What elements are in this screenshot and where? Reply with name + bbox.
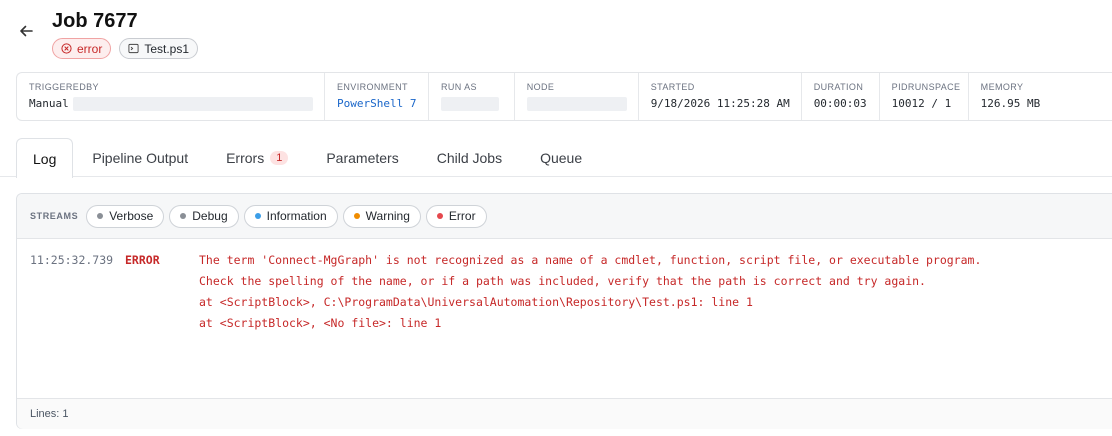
info-label: RUN AS (441, 82, 477, 92)
stream-verbose-toggle[interactable]: Verbose (86, 204, 165, 228)
stream-label: Information (266, 209, 327, 223)
script-badge-label: Test.ps1 (144, 41, 190, 56)
log-entry: 11:25:32.739 ERROR The term 'Connect-MgG… (17, 250, 1112, 271)
tab-errors-label: Errors (226, 149, 265, 166)
info-value: Manual (29, 97, 69, 110)
info-label: DURATION (813, 82, 864, 92)
stream-dot (97, 213, 104, 219)
back-button[interactable] (17, 22, 35, 40)
status-badge-label: error (77, 41, 103, 56)
stream-warning-toggle[interactable]: Warning (342, 204, 421, 228)
errors-count-badge: 1 (270, 150, 289, 165)
log-message-line: at <ScriptBlock>, <No file>: line 1 (199, 316, 442, 330)
info-label: NODE (526, 82, 555, 92)
tab-child-jobs[interactable]: Child Jobs (418, 138, 521, 177)
redacted-block (441, 97, 499, 111)
stream-dot (353, 213, 360, 219)
redacted-block (526, 97, 627, 111)
log-message-line: at <ScriptBlock>, C:\ProgramData\Univers… (199, 295, 753, 309)
info-label: ENVIRONMENT (337, 82, 408, 92)
stream-dot (436, 213, 443, 219)
info-value: 126.95 MB (980, 97, 1041, 110)
streams-label: STREAMS (30, 211, 79, 221)
stream-dot (254, 213, 261, 219)
info-label: MEMORY (980, 82, 1024, 92)
info-memory: MEMORY 126.95 MB (969, 73, 1112, 120)
stream-label: Error (448, 209, 476, 223)
tab-parameters[interactable]: Parameters (307, 138, 417, 177)
tab-pipeline-output[interactable]: Pipeline Output (73, 138, 207, 177)
info-value: 9/18/2026 11:25:28 AM (650, 97, 790, 110)
script-badge[interactable]: Test.ps1 (119, 38, 199, 59)
log-level: ERROR (125, 253, 160, 267)
tab-queue[interactable]: Queue (521, 138, 601, 177)
error-circle-icon (61, 43, 72, 54)
log-entry-continuation: at <ScriptBlock>, <No file>: line 1 (17, 313, 1112, 334)
log-message-line: Check the spelling of the name, or if a … (199, 274, 926, 288)
log-message-line: The term 'Connect-MgGraph' is not recogn… (199, 253, 982, 267)
log-panel: STREAMS Verbose Debug Information Warnin… (16, 193, 1112, 429)
status-badge: error (52, 38, 112, 59)
job-info-card: TRIGGEREDBY Manual ENVIRONMENT PowerShel… (16, 72, 1112, 121)
stream-debug-toggle[interactable]: Debug (169, 204, 239, 228)
info-duration: DURATION 00:00:03 (802, 73, 880, 120)
info-started: STARTED 9/18/2026 11:25:28 AM (639, 73, 802, 120)
log-output[interactable]: 11:25:32.739 ERROR The term 'Connect-MgG… (17, 239, 1112, 398)
info-node: NODE (515, 73, 639, 120)
info-run-as: RUN AS (429, 73, 515, 120)
log-entry-continuation: Check the spelling of the name, or if a … (17, 271, 1112, 292)
log-timestamp: 11:25:32.739 (30, 253, 114, 267)
stream-label: Warning (365, 209, 410, 223)
tab-bar: Log Pipeline Output Errors 1 Parameters … (16, 138, 601, 178)
streams-filter-bar: STREAMS Verbose Debug Information Warnin… (17, 194, 1112, 239)
stream-information-toggle[interactable]: Information (243, 204, 338, 228)
terminal-icon (128, 43, 139, 54)
environment-link[interactable]: PowerShell 7 (337, 97, 416, 110)
stream-dot (180, 213, 187, 219)
tab-errors[interactable]: Errors 1 (207, 138, 307, 177)
stream-label: Verbose (109, 209, 154, 223)
info-label: STARTED (650, 82, 695, 92)
page-title: Job 7677 (52, 10, 138, 32)
log-entry-continuation: at <ScriptBlock>, C:\ProgramData\Univers… (17, 292, 1112, 313)
info-environment: ENVIRONMENT PowerShell 7 (325, 73, 429, 120)
line-count: Lines: 1 (30, 408, 69, 420)
info-triggeredby: TRIGGEREDBY Manual (17, 73, 325, 120)
tab-log[interactable]: Log (16, 138, 74, 178)
stream-label: Debug (192, 209, 228, 223)
arrow-left-icon (20, 25, 33, 37)
info-pidrunspace: PIDRUNSPACE 10012 / 1 (880, 73, 969, 120)
info-value: 00:00:03 (813, 97, 867, 110)
log-footer: Lines: 1 (17, 398, 1112, 429)
stream-error-toggle[interactable]: Error (425, 204, 487, 228)
info-label: TRIGGEREDBY (29, 82, 99, 92)
info-value: 10012 / 1 (891, 97, 952, 110)
info-label: PIDRUNSPACE (891, 82, 961, 92)
redacted-block (72, 97, 313, 111)
